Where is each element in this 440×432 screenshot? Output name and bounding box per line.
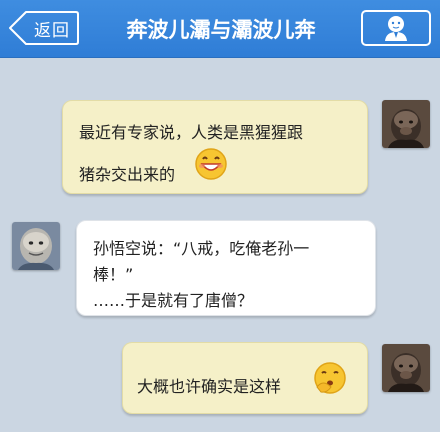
avatar-bajie[interactable] <box>382 100 430 148</box>
thinking-emoji-icon <box>313 361 347 399</box>
message-2-line-3: ……于是就有了唐僧？ <box>93 291 254 310</box>
message-2-line-1: 孙悟空说：“八戒，吃俺老孙一 <box>93 239 310 258</box>
message-1-line-1: 最近有专家说，人类是黑猩猩跟 <box>79 123 304 142</box>
message-bubble-1[interactable]: 最近有专家说，人类是黑猩猩跟 猪杂交出来的 <box>62 100 368 194</box>
message-1-line-2: 猪杂交出来的 <box>79 165 176 184</box>
avatar-wukong[interactable] <box>12 222 60 270</box>
chat-header: 返回 奔波儿灞与灞波儿奔 <box>0 0 440 58</box>
back-button[interactable]: 返回 <box>8 10 80 46</box>
message-3-line-1: 大概也许确实是这样 <box>137 377 282 396</box>
message-2-line-2: 棒！” <box>93 265 134 284</box>
avatar-bajie[interactable] <box>382 344 430 392</box>
person-icon <box>385 16 407 41</box>
back-label: 返回 <box>34 20 70 41</box>
message-bubble-2[interactable]: 孙悟空说：“八戒，吃俺老孙一 棒！” ……于是就有了唐僧？ <box>76 220 376 316</box>
profile-button[interactable] <box>361 10 431 46</box>
message-bubble-3[interactable]: 大概也许确实是这样 <box>122 342 368 414</box>
chat-title: 奔波儿灞与灞波儿奔 <box>126 18 316 42</box>
grinning-emoji-icon <box>194 147 228 185</box>
